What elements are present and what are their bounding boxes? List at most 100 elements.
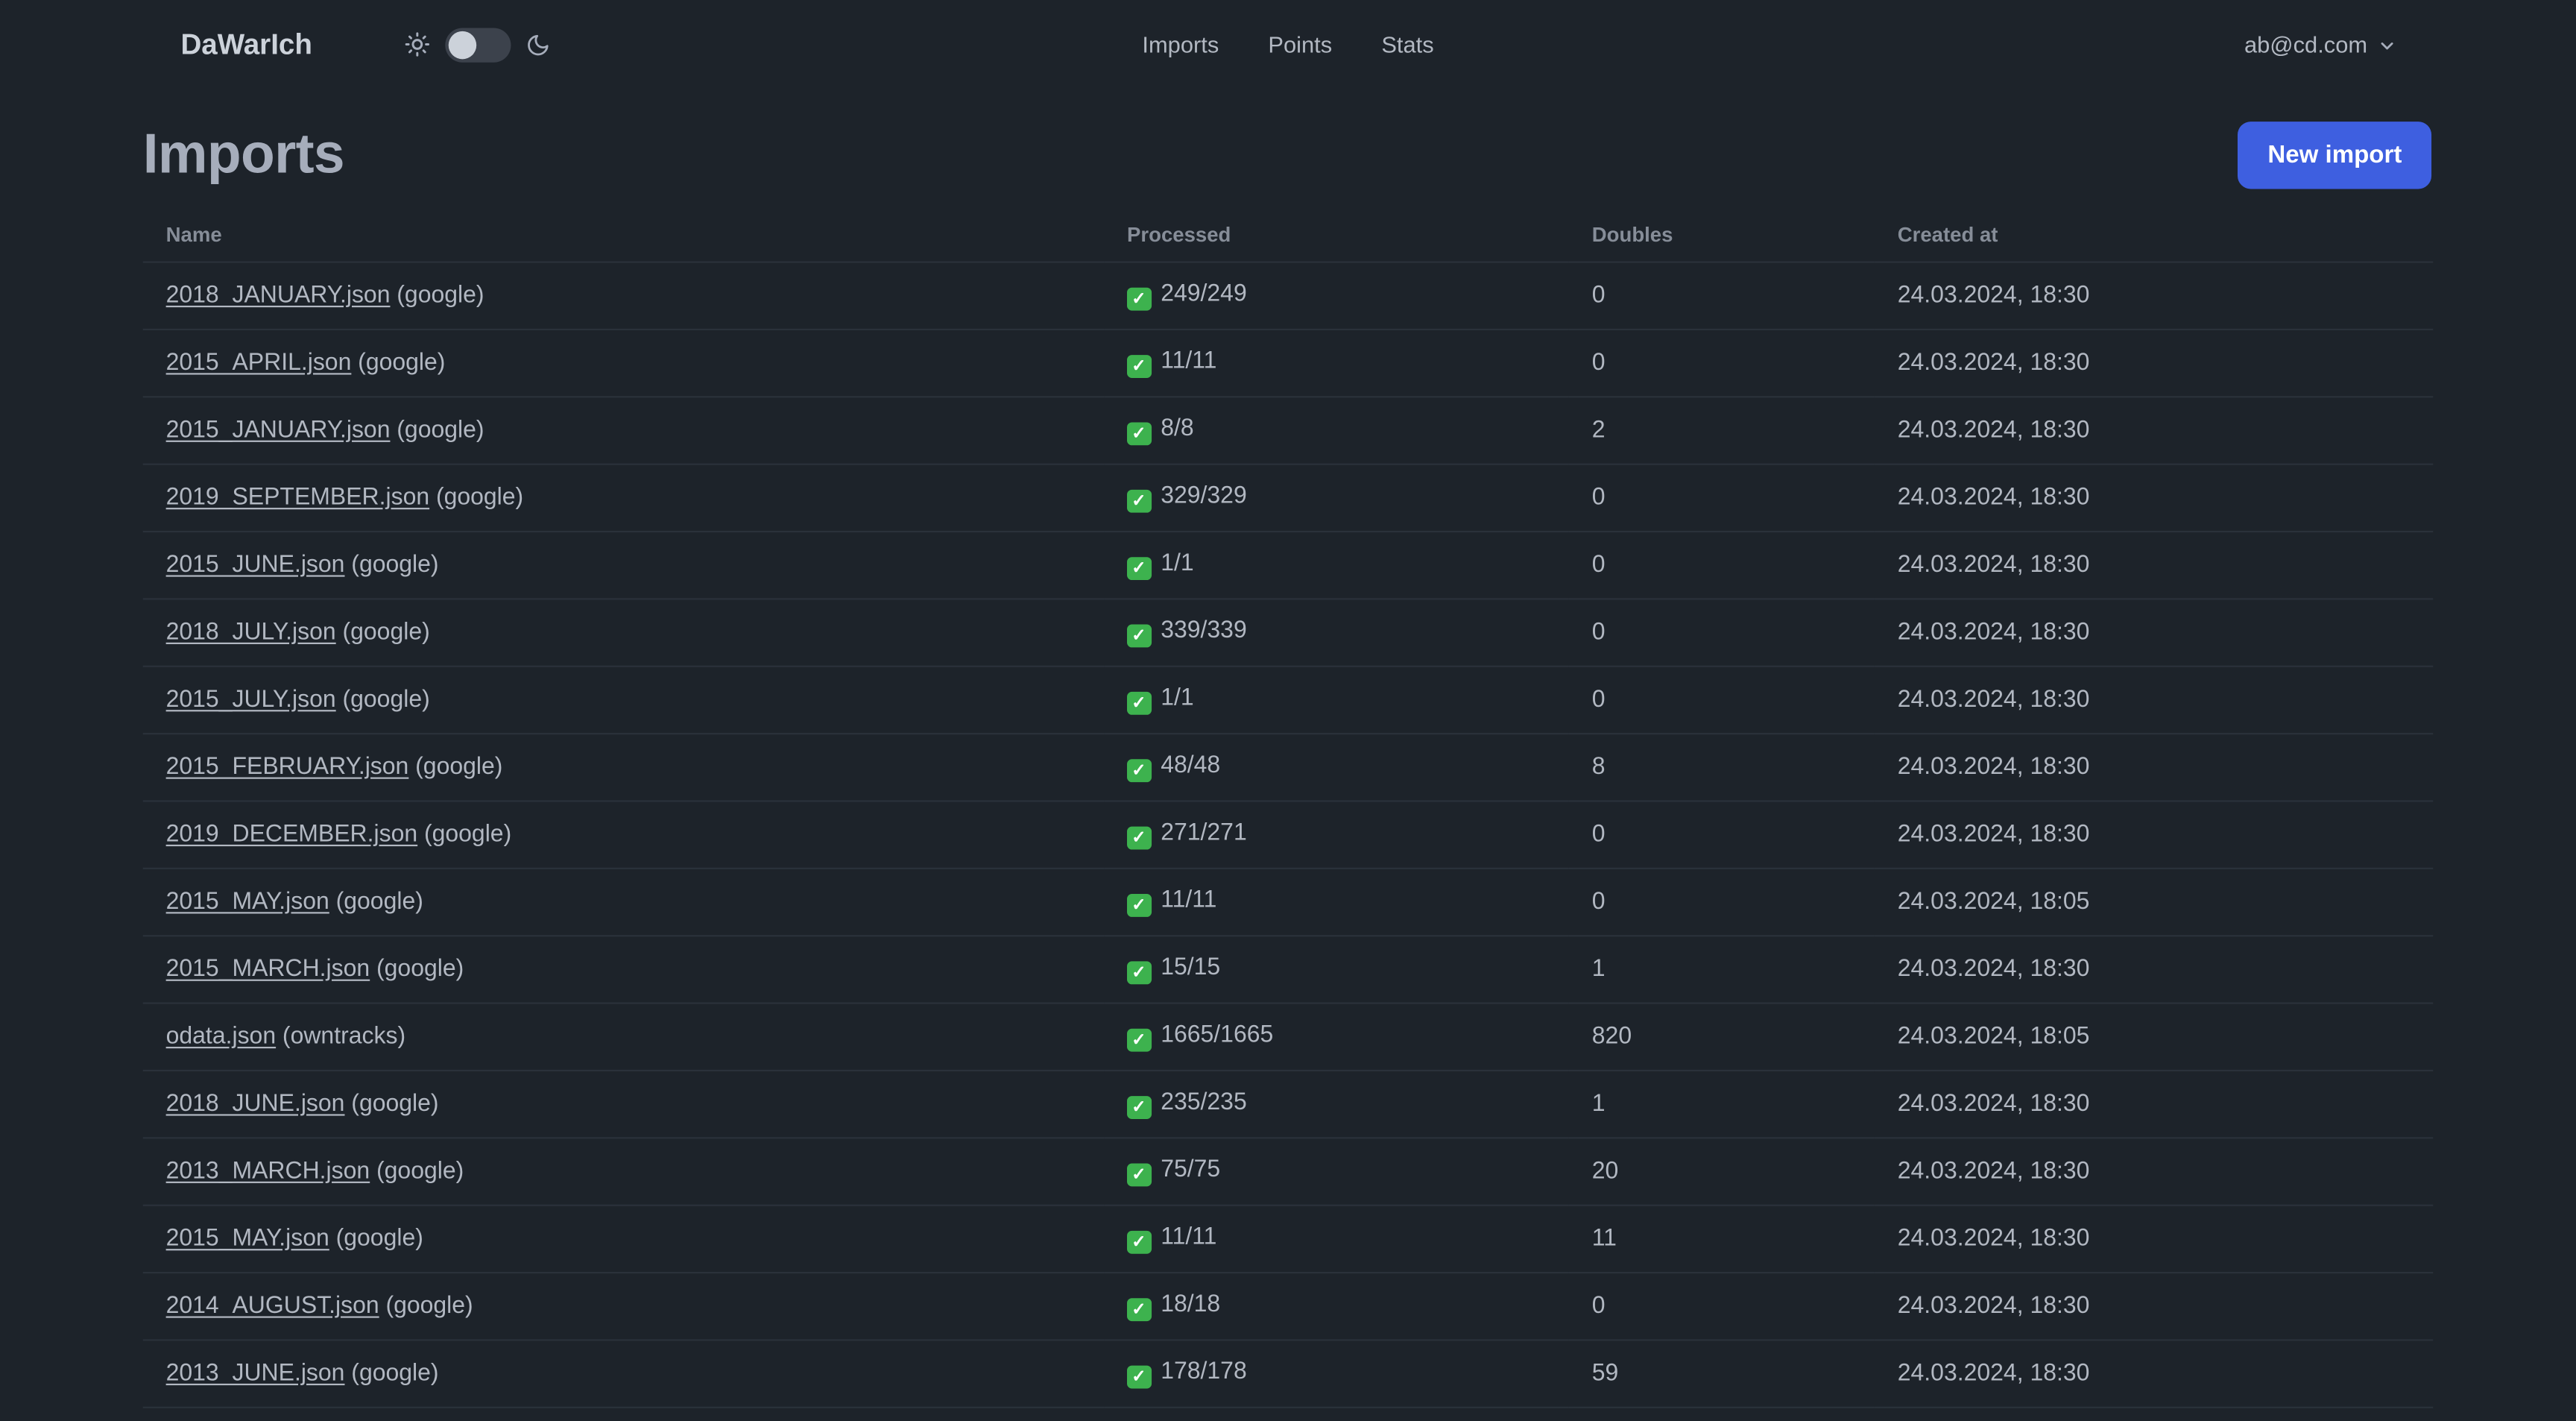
processed-cell: ✓ 11/11 (1104, 330, 1569, 397)
theme-toggle[interactable] (445, 27, 511, 62)
import-source: (google) (376, 1158, 464, 1185)
user-menu[interactable]: ab@cd.com (2244, 31, 2397, 57)
created-at-cell: 24.03.2024, 18:30 (1897, 822, 2090, 848)
processed-count: 15/15 (1161, 954, 1221, 981)
doubles-cell: 2 (1591, 417, 1606, 444)
table-row: 2015_APRIL.json (google) ✓ 11/11 0 24.03.2024… (142, 329, 2434, 397)
processed-cell: ✓ 75/75 (1104, 1138, 1569, 1205)
created-at-cell (1875, 1408, 2433, 1421)
import-name-cell: 2018_JUNE.json (google) (143, 1071, 1104, 1138)
import-file-link[interactable]: 2018_JULY.json (166, 620, 336, 646)
import-name-cell: 2015_MAY.json (google) (143, 869, 1104, 936)
import-name-cell: 2015_MARCH.json (google) (143, 936, 1104, 1003)
import-file-link[interactable]: 2018_JUNE.json (166, 1091, 345, 1118)
import-file-link[interactable]: 2015_MARCH.json (166, 957, 370, 983)
import-file-link[interactable]: 2015_FEBRUARY.json (166, 754, 409, 781)
check-icon: ✓ (1127, 691, 1151, 716)
import-source: (google) (376, 956, 464, 983)
table-row: 2015_MAY.json (google) ✓ 11/11 0 24.03.2024, … (142, 868, 2434, 936)
doubles-cell: 0 (1591, 889, 1606, 916)
import-source: (owntracks) (282, 1024, 406, 1050)
processed-count: 48/48 (1161, 752, 1221, 778)
processed-cell: ✓ 339/339 (1104, 599, 1569, 666)
doubles-cell: 0 (1591, 283, 1606, 309)
processed-cell: ✓ 1/1 (1104, 532, 1569, 599)
check-icon: ✓ (1127, 1297, 1151, 1322)
import-file-link[interactable]: 2013_MARCH.json (166, 1159, 370, 1185)
import-source: (google) (397, 283, 484, 309)
column-header-doubles: Doubles (1591, 223, 1673, 247)
import-file-link[interactable]: 2015_MAY.json (166, 1226, 329, 1252)
import-name-cell: odata.json (owntracks) (143, 1003, 1104, 1071)
table-header-row: Name Processed Doubles Created at (143, 209, 2434, 262)
import-file-link[interactable]: 2015_MAY.json (166, 889, 329, 915)
check-icon: ✓ (1127, 287, 1151, 312)
new-import-button[interactable]: New import (2238, 122, 2432, 189)
column-header-created-at: Created at (1897, 223, 1998, 247)
table-row: 2015_FEBRUARY.json (google) ✓ 48/48 8 24.03.2… (142, 734, 2434, 801)
import-file-link[interactable]: odata.json (166, 1024, 277, 1050)
brand-logo[interactable]: DaWarIch (180, 27, 312, 61)
import-source: (google) (351, 1091, 439, 1118)
processed-count: 11/11 (1161, 1223, 1217, 1250)
import-file-link[interactable]: 2015_APRIL.json (166, 350, 352, 376)
created-at-cell: 24.03.2024, 18:30 (1897, 1091, 2090, 1118)
import-file-link[interactable]: 2015_JANUARY.json (166, 418, 391, 444)
table-row: 2015_JUNE.json (google) ✓ 1/1 0 24.03.2024, 1… (142, 532, 2434, 599)
check-icon: ✓ (1127, 1365, 1151, 1390)
doubles-cell (1569, 1408, 1875, 1421)
import-source: (google) (435, 485, 524, 511)
processed-count: 178/178 (1161, 1358, 1247, 1385)
import-source: (google) (335, 1226, 423, 1253)
check-icon: ✓ (1127, 759, 1151, 783)
import-file-link[interactable]: 2019_DECEMBER.json (166, 822, 418, 848)
import-name-cell: 2013_JUNE.json (google) (143, 1340, 1104, 1407)
created-at-cell: 24.03.2024, 18:30 (1897, 1293, 2090, 1320)
check-icon: ✓ (1127, 961, 1151, 986)
import-file-link[interactable]: 2019_SEPTEMBER.json (166, 485, 430, 511)
check-icon: ✓ (1127, 1028, 1151, 1053)
imports-table: Name Processed Doubles Created at 2018_JANU… (142, 209, 2434, 1421)
processed-count: 1/1 (1161, 684, 1194, 711)
created-at-cell: 24.03.2024, 18:30 (1897, 619, 2090, 646)
processed-count: 18/18 (1161, 1291, 1221, 1317)
theme-toggle-knob (448, 30, 477, 59)
table-row: 2013_JUNE.json (google) ✓ 178/178 59 24.03.20… (142, 1340, 2434, 1407)
table-row: 2015_JULY.json (google) ✓ 1/1 0 24.03.2024, 1… (142, 666, 2434, 734)
import-source: (google) (397, 417, 484, 444)
import-name-cell: 2015_JANUARY.json (google) (143, 397, 1104, 464)
nav-link-points[interactable]: Points (1268, 31, 1332, 57)
check-icon: ✓ (1127, 893, 1151, 918)
import-name-cell: 2019_DECEMBER.json (google) (143, 801, 1104, 868)
table-row: 2018_JULY.json (google) ✓ 339/339 0 24.03.202… (142, 599, 2434, 666)
import-name-cell: 2015_JUNE.json (google) (143, 532, 1104, 599)
navbar: DaWarIch Imports Points Stats ab@cd.com (0, 0, 2576, 89)
doubles-cell: 0 (1591, 619, 1606, 646)
nav-link-stats[interactable]: Stats (1381, 31, 1433, 57)
processed-cell: ✓ 8/8 (1104, 397, 1569, 464)
created-at-cell: 24.03.2024, 18:30 (1897, 283, 2090, 309)
import-file-link[interactable]: 2014_AUGUST.json (166, 1294, 379, 1320)
table-row: 2015_MAY.json (google) ✓ 11/11 11 24.03.2024,… (142, 1205, 2434, 1273)
processed-cell: ✓ (1104, 1408, 1569, 1421)
table-row: 2019_DECEMBER.json (google) ✓ 271/271 0 24.03… (142, 801, 2434, 868)
import-file-link[interactable]: 2015_JULY.json (166, 687, 336, 713)
import-file-link[interactable]: 2015_JUNE.json (166, 552, 345, 579)
created-at-cell: 24.03.2024, 18:30 (1897, 485, 2090, 511)
import-source: (google) (358, 350, 446, 376)
table-row: odata.json (owntracks) ✓ 1665/1665 820 24.03.… (142, 1003, 2434, 1071)
table-row: 2018_JUNE.json (google) ✓ 235/235 1 24.03.202… (142, 1070, 2434, 1138)
import-file-link[interactable]: 2018_JANUARY.json (166, 283, 391, 309)
import-file-link[interactable]: 2013_JUNE.json (166, 1361, 345, 1387)
processed-cell: ✓ 1665/1665 (1104, 1003, 1569, 1071)
import-source: (google) (351, 1360, 439, 1387)
nav-link-imports[interactable]: Imports (1142, 31, 1219, 57)
import-name-cell: 2015_JULY.json (google) (143, 667, 1104, 734)
app-viewport: DaWarIch Imports Points Stats ab@cd.com (0, 0, 2576, 1421)
import-source: (google) (335, 889, 423, 916)
processed-count: 8/8 (1161, 415, 1194, 442)
check-icon: ✓ (1127, 489, 1151, 514)
processed-count: 271/271 (1161, 819, 1247, 846)
created-at-cell: 24.03.2024, 18:30 (1897, 1158, 2090, 1185)
check-icon: ✓ (1127, 1230, 1151, 1255)
